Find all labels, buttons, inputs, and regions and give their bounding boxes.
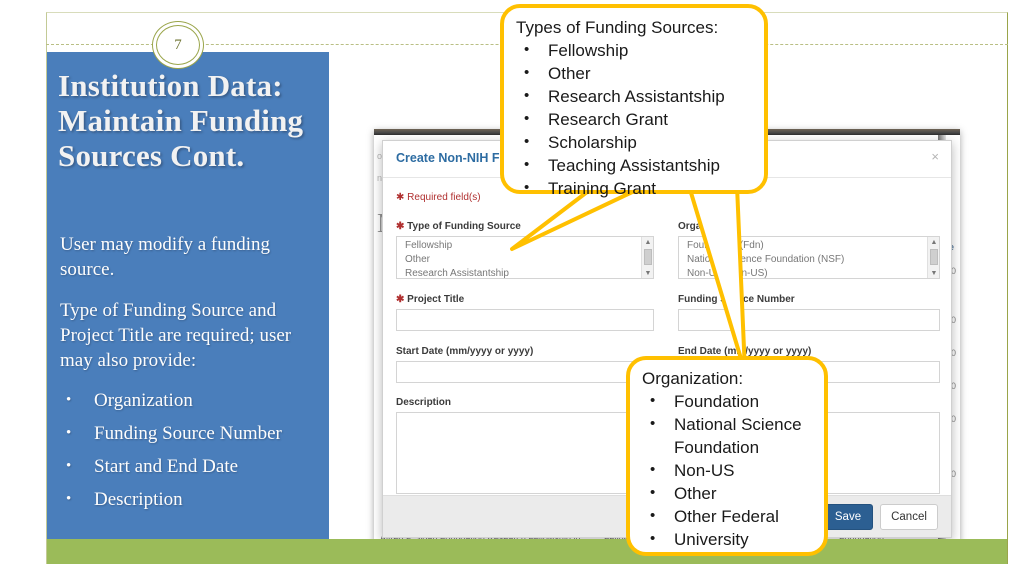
- slide-canvas: on ng M je 20 20 20 20 20 20 Alfred P Sl…: [0, 0, 1024, 576]
- page-number-badge: 7: [152, 21, 204, 69]
- callout-title: Organization:: [642, 369, 744, 388]
- label-funding-source-number: Funding Source Number: [678, 294, 795, 305]
- list-item: University: [642, 527, 816, 551]
- listbox-option[interactable]: Non-US (Non-US): [679, 267, 939, 278]
- label-type-of-funding-source: ✱ Type of Funding Source: [396, 221, 521, 232]
- label-text: Funding Source Number: [678, 294, 795, 305]
- dialog-title: Create Non-NIH F: [396, 151, 500, 165]
- listbox-option[interactable]: Research Assistantship: [397, 267, 653, 278]
- label-text: Description: [396, 397, 452, 408]
- close-icon[interactable]: ×: [931, 149, 939, 164]
- required-asterisk-icon: ✱: [396, 294, 405, 305]
- list-item: Funding Source Number: [60, 421, 328, 446]
- list-item: Other Federal: [642, 504, 816, 528]
- required-fields-note-label: Required field(s): [407, 192, 481, 203]
- callout-title: Types of Funding Sources:: [516, 18, 719, 37]
- list-item: Training Grant: [516, 176, 754, 200]
- list-item: Scholarship: [516, 130, 754, 154]
- slide-bullet-list: Organization Funding Source Number Start…: [60, 388, 328, 512]
- callout-funding-source-types: Types of Funding Sources: Fellowship Oth…: [500, 4, 768, 199]
- list-item: Start and End Date: [60, 454, 328, 479]
- list-item: Teaching Assistantship: [516, 153, 754, 177]
- page-number-text: 7: [174, 36, 182, 53]
- label-text: Type of Funding Source: [407, 221, 521, 232]
- input-funding-source-number[interactable]: [678, 309, 940, 331]
- label-text: Organization: [678, 221, 740, 232]
- slide-requirement-text: Type of Funding Source and Project Title…: [60, 300, 292, 371]
- listbox-option[interactable]: Other: [397, 253, 653, 267]
- label-project-title: ✱ Project Title: [396, 294, 464, 305]
- listbox-option[interactable]: Fellowship: [397, 237, 653, 253]
- slide-body-text: User may modify a funding source. Type o…: [60, 232, 328, 521]
- callout-funding-types-list: Fellowship Other Research Assistantship …: [516, 38, 754, 200]
- list-item: National Science: [642, 412, 816, 436]
- listbox-organization[interactable]: Foundation (Fdn) National Science Founda…: [678, 236, 940, 279]
- label-start-date: Start Date (mm/yyyy or yyyy): [396, 346, 533, 357]
- slide-footer-bar: [46, 539, 1008, 564]
- required-asterisk-icon: ✱: [396, 221, 405, 232]
- list-item: Research Assistantship: [516, 84, 754, 108]
- input-start-date[interactable]: [396, 361, 654, 383]
- scrollbar-thumb[interactable]: [930, 249, 938, 265]
- slide-intro-text: User may modify a funding source.: [60, 234, 271, 280]
- label-description: Description: [396, 397, 451, 408]
- list-item: Research Grant: [516, 107, 754, 131]
- slide-left-panel: Institution Data: Maintain Funding Sourc…: [46, 52, 329, 539]
- label-text: Project Title: [407, 294, 465, 305]
- list-item: Fellowship: [516, 38, 754, 62]
- save-button[interactable]: Save: [823, 504, 873, 530]
- input-project-title[interactable]: [396, 309, 654, 331]
- listbox-option[interactable]: National Science Foundation (NSF): [679, 253, 939, 267]
- callout-organization-list: Foundation National Science Foundation N…: [642, 389, 816, 551]
- label-organization: Organization: [678, 221, 739, 232]
- required-fields-note: ✱ Required field(s): [396, 192, 481, 203]
- listbox-type-of-funding-source[interactable]: Fellowship Other Research Assistantship …: [396, 236, 654, 279]
- scroll-up-arrow-icon[interactable]: ▲: [642, 237, 653, 247]
- list-item: Organization: [60, 388, 328, 413]
- cancel-button[interactable]: Cancel: [880, 504, 938, 530]
- list-item: Other: [516, 61, 754, 85]
- list-item: Non-US: [642, 458, 816, 482]
- label-text: Start Date (mm/yyyy or yyyy): [396, 346, 534, 357]
- listbox-scrollbar[interactable]: ▲ ▼: [927, 237, 939, 278]
- scroll-down-arrow-icon[interactable]: ▼: [642, 268, 653, 278]
- list-item: Foundation: [642, 389, 816, 413]
- scrollbar-thumb[interactable]: [644, 249, 652, 265]
- callout-organization-options: Organization: Foundation National Scienc…: [626, 356, 828, 556]
- listbox-option[interactable]: Foundation (Fdn): [679, 237, 939, 253]
- scroll-down-arrow-icon[interactable]: ▼: [928, 268, 939, 278]
- page-title: Institution Data: Maintain Funding Sourc…: [58, 68, 304, 173]
- list-item-continuation: Foundation: [674, 438, 760, 457]
- listbox-scrollbar[interactable]: ▲ ▼: [641, 237, 653, 278]
- list-item: Description: [60, 487, 328, 512]
- scroll-up-arrow-icon[interactable]: ▲: [928, 237, 939, 247]
- required-asterisk-icon: ✱: [396, 192, 405, 203]
- list-item: Other: [642, 481, 816, 505]
